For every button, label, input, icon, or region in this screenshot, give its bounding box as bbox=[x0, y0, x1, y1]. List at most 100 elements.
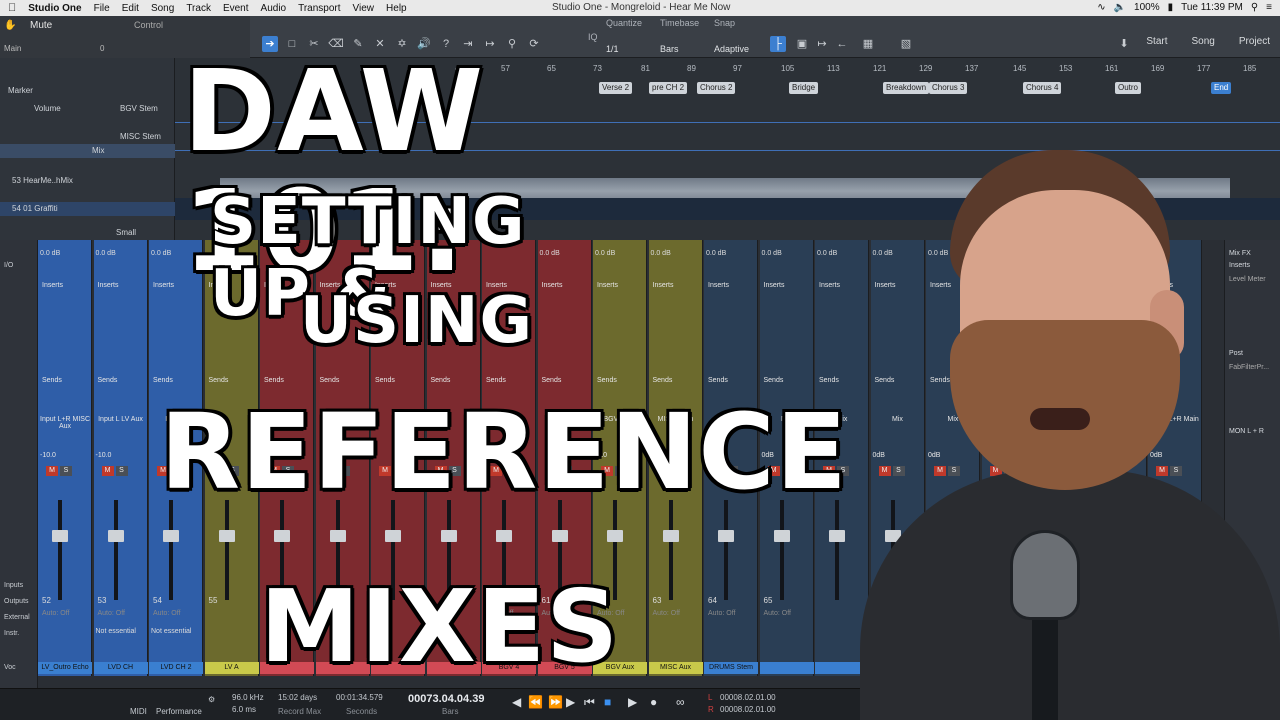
inserts-label[interactable]: Inserts bbox=[1152, 282, 1173, 289]
io-routing[interactable]: BGV Stem bbox=[595, 416, 645, 423]
track-row[interactable]: 53 HearMe..hMix bbox=[0, 174, 175, 188]
mute-button[interactable]: M bbox=[712, 466, 724, 476]
solo-button[interactable]: S bbox=[226, 466, 239, 476]
channel-strip[interactable]: 0.0 dB Inserts Sends Mix 0dB M S bbox=[981, 240, 1036, 676]
mute-button[interactable]: M bbox=[1045, 466, 1057, 476]
iq-label[interactable]: IQ bbox=[588, 32, 598, 42]
mute-button[interactable]: M bbox=[656, 466, 669, 476]
outputs-tab[interactable]: Outputs bbox=[4, 598, 29, 605]
volume-icon[interactable]: 🔈 bbox=[1114, 2, 1126, 13]
automation-mode[interactable]: Auto: Off bbox=[708, 610, 736, 617]
snap-value[interactable]: Adaptive bbox=[714, 44, 749, 54]
inserts-label[interactable]: Inserts bbox=[320, 282, 341, 289]
sends-label[interactable]: Sends bbox=[875, 377, 895, 384]
stop-icon[interactable]: ■ bbox=[604, 695, 611, 709]
timebase-value[interactable]: Bars bbox=[660, 44, 679, 54]
automation-mode[interactable]: Auto: Off bbox=[42, 610, 70, 617]
automation-mode[interactable]: Auto: Off bbox=[153, 610, 181, 617]
hand-icon[interactable]: ✋ bbox=[4, 20, 16, 31]
fader-track[interactable] bbox=[890, 500, 895, 600]
inserts-label[interactable]: Inserts bbox=[1041, 282, 1062, 289]
channel-name[interactable] bbox=[1092, 662, 1147, 674]
fader-track[interactable] bbox=[1112, 500, 1117, 600]
inserts-label[interactable]: Inserts bbox=[264, 282, 285, 289]
channel-strip[interactable]: Inserts Sends M S 55 LV A bbox=[204, 240, 259, 676]
solo-button[interactable]: S bbox=[1003, 466, 1016, 476]
inserts-label[interactable]: Inserts bbox=[986, 282, 1007, 289]
marker[interactable]: Breakdown bbox=[883, 82, 930, 94]
fader-cap[interactable] bbox=[274, 530, 290, 542]
mute-button[interactable]: M bbox=[1156, 466, 1168, 476]
fader-track[interactable] bbox=[335, 500, 340, 600]
inserts-label[interactable]: Inserts bbox=[1097, 282, 1118, 289]
input-gain[interactable]: 0.0 dB bbox=[984, 250, 1004, 257]
sends-label[interactable]: Sends bbox=[486, 377, 506, 384]
track-row[interactable]: 54 01 Graffiti bbox=[0, 202, 175, 216]
volume-readout[interactable]: -4.0 bbox=[595, 452, 607, 459]
automation-mode[interactable]: Auto: Off bbox=[764, 610, 792, 617]
solo-button[interactable]: S bbox=[171, 466, 183, 476]
fader-cap[interactable] bbox=[1106, 530, 1123, 542]
tab-start[interactable]: Start bbox=[1146, 36, 1167, 47]
mute-button[interactable]: M bbox=[434, 466, 447, 476]
sends-label[interactable]: Sends bbox=[986, 377, 1006, 384]
solo-button[interactable]: S bbox=[337, 466, 350, 476]
solo-button[interactable]: S bbox=[892, 466, 905, 476]
fader-track[interactable] bbox=[557, 500, 562, 600]
time-bars[interactable]: 00073.04.04.39 bbox=[408, 693, 484, 705]
snap-toggle-icon[interactable]: ├ bbox=[770, 36, 786, 52]
sends-label[interactable]: Sends bbox=[98, 377, 118, 384]
mute-button[interactable]: M bbox=[601, 466, 613, 476]
fader-cap[interactable] bbox=[218, 530, 235, 542]
fader-track[interactable] bbox=[724, 500, 728, 600]
quantize-value[interactable]: 1/1 bbox=[606, 44, 619, 54]
solo-button[interactable]: S bbox=[60, 466, 72, 476]
loop-start[interactable]: 00008.02.01.00 bbox=[720, 693, 776, 702]
channel-name[interactable] bbox=[815, 662, 869, 674]
play-icon[interactable]: ▶ bbox=[628, 695, 637, 709]
automation-mode[interactable]: Auto: Off bbox=[542, 610, 570, 617]
sends-label[interactable]: Sends bbox=[209, 377, 229, 384]
channel-name[interactable]: MISC Aux bbox=[648, 662, 703, 674]
mute-button[interactable]: M bbox=[1100, 466, 1113, 476]
inserts-label[interactable]: Inserts bbox=[375, 282, 396, 289]
fader-track[interactable] bbox=[280, 500, 284, 600]
track-row[interactable]: Volume BGV Stem bbox=[0, 102, 175, 116]
automation-mode[interactable]: Auto: Off bbox=[597, 610, 625, 617]
mute-label[interactable]: Mute bbox=[30, 20, 52, 31]
io-routing[interactable]: Mix bbox=[1095, 416, 1145, 423]
snap-grid-icon[interactable]: ↦ bbox=[814, 36, 830, 52]
channel-name[interactable]: BGV Aux bbox=[593, 662, 647, 674]
fader-cap[interactable] bbox=[718, 530, 734, 542]
solo-button[interactable]: S bbox=[1114, 466, 1127, 476]
inserts-label[interactable]: Inserts bbox=[542, 282, 563, 289]
clock[interactable]: Tue 11:39 PM bbox=[1181, 2, 1243, 13]
channel-name[interactable] bbox=[315, 662, 370, 674]
inserts-label[interactable]: Inserts bbox=[98, 282, 119, 289]
channel-name[interactable]: BGV 5 bbox=[537, 662, 592, 674]
tab-project[interactable]: Project bbox=[1239, 36, 1270, 47]
channel-strip[interactable]: Inserts Sends M S 60 Auto: Off BGV 4 bbox=[482, 240, 536, 676]
help-icon[interactable]: ? bbox=[438, 36, 454, 52]
input-gain[interactable]: 0.0 dB bbox=[1150, 250, 1170, 257]
mixfx-label[interactable]: Mix FX bbox=[1229, 250, 1251, 257]
input-gain[interactable]: 0.0 dB bbox=[1039, 250, 1059, 257]
mute-button[interactable]: M bbox=[212, 466, 225, 476]
inputs-tab[interactable]: Inputs bbox=[4, 582, 23, 589]
volume-readout[interactable]: 0dB bbox=[928, 452, 940, 459]
marker[interactable]: Chorus 2 bbox=[697, 82, 736, 94]
channel-name[interactable] bbox=[759, 662, 814, 674]
menu-song[interactable]: Song bbox=[151, 3, 174, 14]
fader-track[interactable] bbox=[58, 500, 62, 600]
fader-track[interactable] bbox=[502, 500, 506, 600]
sends-label[interactable]: Sends bbox=[431, 377, 451, 384]
fader-track[interactable] bbox=[779, 500, 784, 600]
fader-cap[interactable] bbox=[607, 530, 623, 542]
menu-file[interactable]: File bbox=[94, 3, 110, 14]
marker[interactable]: Chorus 3 bbox=[929, 82, 968, 94]
io-routing[interactable]: Mix bbox=[762, 416, 812, 423]
channel-strip[interactable]: 0.0 dB Inserts Sends Mix 0dB M S bbox=[815, 240, 869, 676]
fader-track[interactable] bbox=[835, 500, 839, 600]
inserts-label[interactable]: Inserts bbox=[42, 282, 63, 289]
fader-cap[interactable] bbox=[662, 530, 679, 542]
